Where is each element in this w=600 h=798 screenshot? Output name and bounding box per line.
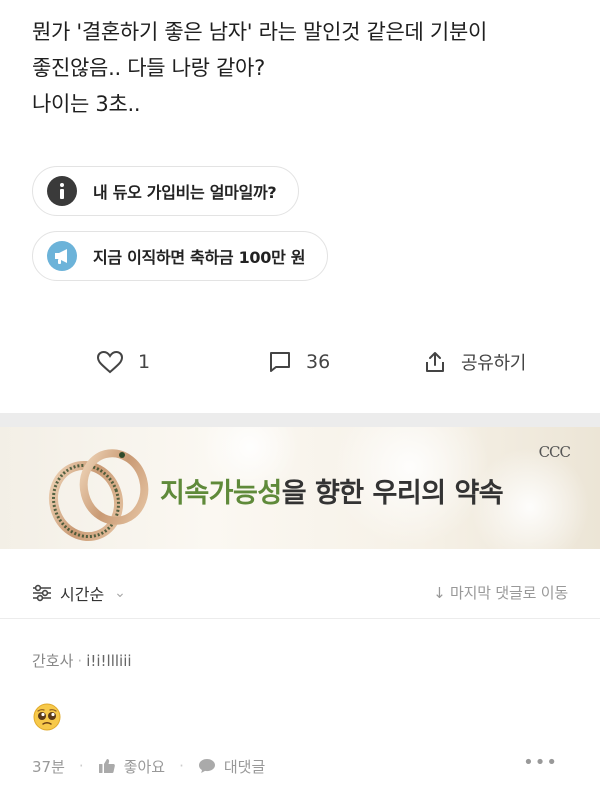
- author-nickname: i!i!llliii: [86, 652, 132, 670]
- banner-headline: 지속가능성을 향한 우리의 약속: [160, 471, 504, 510]
- like-count: 1: [138, 351, 151, 373]
- comment-meta: 37분 · 좋아요 · 대댓글 •••: [32, 752, 558, 777]
- post-line: 뭔가 '결혼하기 좋은 남자' 라는 말인것 같은데 기분이: [32, 20, 487, 44]
- info-pill-link[interactable]: 내 듀오 가입비는 얼마일까?: [32, 166, 300, 216]
- ad-banner[interactable]: 지속가능성을 향한 우리의 약속 CCC: [0, 427, 600, 549]
- more-options-icon[interactable]: •••: [523, 752, 558, 773]
- post-line: 좋진않음.. 다들 나랑 같아?: [32, 56, 265, 80]
- pleading-face-emoji: [33, 703, 61, 731]
- sort-order-dropdown[interactable]: 시간순 ⌄: [32, 581, 126, 605]
- sliders-icon: [33, 584, 51, 602]
- comment-time: 37분: [32, 757, 65, 776]
- reply-label: 대댓글: [223, 757, 266, 776]
- like-button[interactable]: 1: [96, 340, 150, 384]
- post-line: 나이는 3초..: [32, 92, 141, 116]
- thumbs-up-icon: [98, 759, 115, 773]
- comment-sort-bar: 시간순 ⌄ ↓ 마지막 댓글로 이동: [0, 567, 600, 619]
- section-divider: [0, 413, 600, 427]
- share-label: 공유하기: [461, 353, 527, 374]
- comment-like-label: 좋아요: [123, 757, 166, 776]
- post-actions: 1 36 공유하기: [0, 340, 600, 384]
- comment-like-button[interactable]: 좋아요: [98, 756, 165, 777]
- banner-logo: CCC: [538, 443, 571, 461]
- chevron-down-icon: ⌄: [114, 585, 126, 601]
- heart-icon: [96, 350, 124, 374]
- post-body: 뭔가 '결혼하기 좋은 남자' 라는 말인것 같은데 기분이 좋진않음.. 다들…: [32, 14, 572, 122]
- pill-label: 지금 이직하면 축하금 100만 원: [93, 248, 306, 267]
- share-button[interactable]: 공유하기: [423, 340, 526, 384]
- info-icon: [47, 176, 77, 206]
- reply-button[interactable]: 대댓글: [198, 756, 265, 777]
- reply-bubble-icon: [198, 759, 215, 773]
- wedding-rings-image: [49, 449, 149, 542]
- comment-count: 36: [306, 351, 331, 373]
- comment-icon: [270, 352, 290, 372]
- share-icon: [426, 352, 444, 372]
- comment-button[interactable]: 36: [268, 340, 330, 384]
- pill-label: 내 듀오 가입비는 얼마일까?: [93, 183, 277, 202]
- megaphone-icon: [47, 241, 77, 271]
- banner-accent-text: 지속가능성: [160, 478, 282, 509]
- comment-item: 간호사 · i!i!llliii 37분 · 좋아요 · 대댓글 •••: [32, 650, 572, 776]
- promo-pill-link[interactable]: 지금 이직하면 축하금 100만 원: [32, 231, 329, 281]
- author-job: 간호사: [32, 652, 74, 670]
- jump-to-last-comment-link[interactable]: ↓ 마지막 댓글로 이동: [433, 582, 568, 603]
- banner-rest-text: 을 향한 우리의 약속: [281, 478, 504, 509]
- sort-order-label: 시간순: [60, 585, 105, 604]
- comment-author[interactable]: 간호사 · i!i!llliii: [32, 650, 572, 671]
